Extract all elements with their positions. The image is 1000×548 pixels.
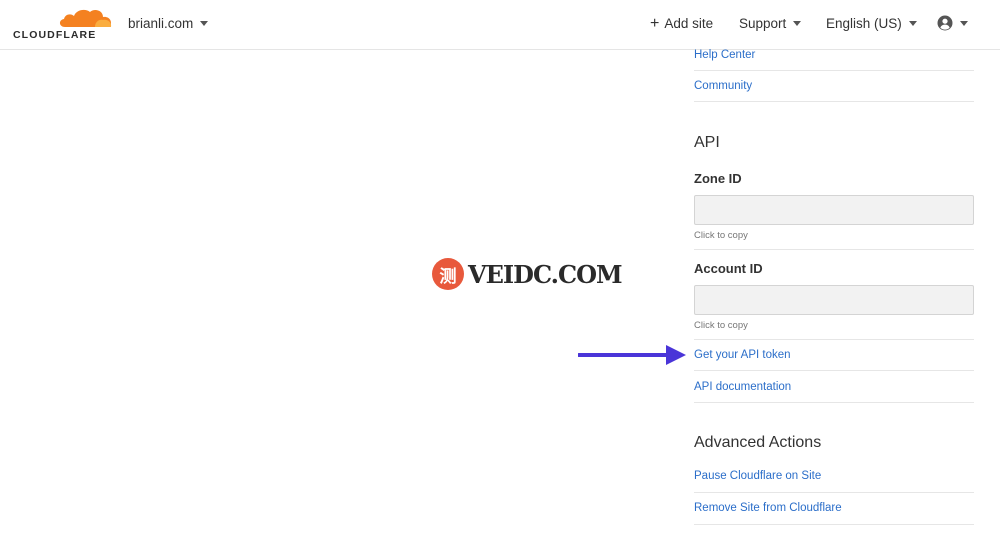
get-api-token-link[interactable]: Get your API token [694,349,974,371]
caret-down-icon [908,21,917,26]
arrow-right-icon [578,345,686,365]
divider [694,249,974,250]
remove-site-link[interactable]: Remove Site from Cloudflare [694,502,974,525]
watermark-text: VEIDC.COM [468,260,623,289]
zone-id-label: Zone ID [694,171,742,186]
advanced-actions-title: Advanced Actions [694,434,822,451]
account-id-hint: Click to copy [694,320,748,331]
api-section-title: API [694,134,720,151]
zone-id-copy-field[interactable] [694,195,974,225]
logo-wordmark: CLOUDFLARE [13,29,97,41]
caret-down-icon [793,21,802,26]
domain-name: brianli.com [128,16,194,31]
pause-cloudflare-link[interactable]: Pause Cloudflare on Site [694,470,974,493]
plus-icon: + [650,14,660,32]
zone-id-hint: Click to copy [694,230,748,241]
support-label: Support [739,16,787,31]
domain-selector[interactable]: brianli.com [128,16,209,31]
caret-down-icon [200,21,209,26]
user-menu[interactable] [937,15,968,31]
cloudflare-logo[interactable]: CLOUDFLARE [13,7,112,41]
language-menu[interactable]: English (US) [826,16,917,31]
divider [694,339,974,340]
watermark-badge: 测 [432,258,464,290]
watermark: 测 VEIDC.COM [432,258,623,292]
top-navigation-bar: CLOUDFLARE brianli.com + Add site Suppor… [0,0,1000,50]
language-label: English (US) [826,16,902,31]
api-documentation-link[interactable]: API documentation [694,381,974,403]
user-circle-icon [937,15,953,31]
support-menu[interactable]: Support [739,16,802,31]
caret-down-icon [960,20,968,26]
community-link[interactable]: Community [694,80,974,102]
cloud-logo-icon [59,9,112,27]
add-site-label: Add site [664,16,714,31]
account-id-copy-field[interactable] [694,285,974,315]
add-site-button[interactable]: + Add site [650,14,714,32]
page: CLOUDFLARE brianli.com + Add site Suppor… [0,0,1000,548]
help-center-link[interactable]: Help Center [694,49,974,71]
account-id-label: Account ID [694,261,763,276]
